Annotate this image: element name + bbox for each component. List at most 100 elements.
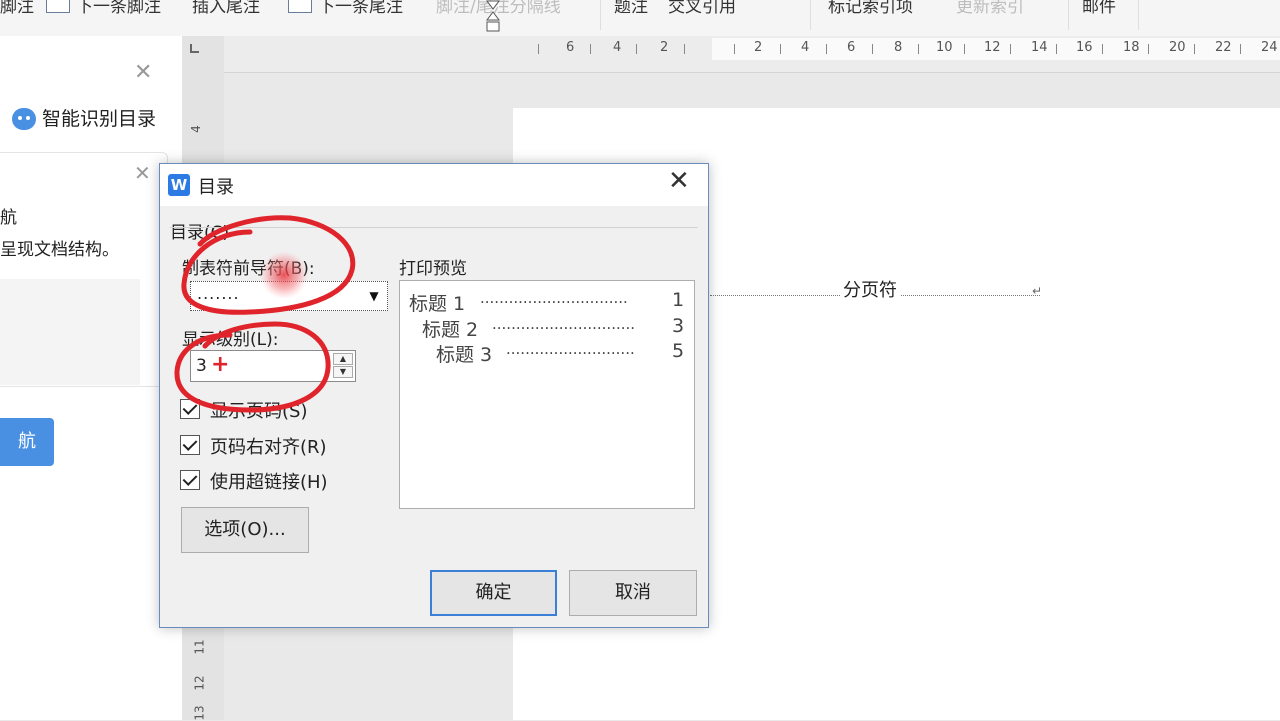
mail-button[interactable]: 邮件 bbox=[1082, 0, 1116, 17]
show-page-numbers-checkbox[interactable] bbox=[180, 399, 200, 419]
ruler-label: 13 bbox=[192, 705, 207, 721]
ruler-tick bbox=[826, 44, 827, 54]
ruler-label: 16 bbox=[1076, 40, 1093, 55]
preview-entry-2-page: 3 bbox=[672, 315, 685, 337]
ruler-label: 6 bbox=[847, 40, 856, 55]
smart-toc-label: 智能识别目录 bbox=[42, 108, 157, 130]
preview-entry-1-page: 1 bbox=[672, 289, 685, 311]
robot-icon bbox=[12, 108, 36, 130]
ruler-label: 4 bbox=[613, 40, 622, 55]
ruler-tick bbox=[1240, 44, 1241, 54]
close-icon[interactable]: ✕ bbox=[134, 62, 152, 84]
use-hyperlinks-label: 使用超链接(H) bbox=[210, 472, 328, 493]
ribbon-separator bbox=[810, 0, 811, 30]
ruler-tick bbox=[636, 44, 637, 54]
next-endnote-button[interactable]: 下一条尾注 bbox=[318, 0, 403, 17]
ruler-tick bbox=[780, 44, 781, 54]
ruler-tick bbox=[1010, 44, 1011, 54]
nav-tip-illustration bbox=[0, 279, 140, 385]
wps-logo-icon: W bbox=[168, 174, 190, 196]
ruler-label: 4 bbox=[801, 40, 810, 55]
ribbon-separator bbox=[1138, 0, 1139, 30]
ruler-label: 14 bbox=[1031, 40, 1048, 55]
indent-marker-icon[interactable] bbox=[486, 0, 500, 34]
options-button[interactable]: 选项(O)... bbox=[181, 507, 309, 553]
ribbon-separator bbox=[600, 0, 601, 30]
ruler-label: 24 bbox=[1261, 40, 1278, 55]
close-icon[interactable]: ✕ bbox=[134, 163, 151, 183]
preview-entry-2-title: 标题 2 bbox=[422, 319, 479, 341]
update-index-button[interactable]: 更新索引 bbox=[956, 0, 1024, 17]
nav-tip-card: ✕ 航 呈现文档结构。 bbox=[0, 152, 168, 387]
preview-entry-1-title: 标题 1 bbox=[409, 293, 466, 315]
ruler-tick bbox=[964, 44, 965, 54]
level-stepper[interactable]: ▲ ▼ bbox=[333, 353, 353, 379]
nav-tip-description: 呈现文档结构。 bbox=[0, 240, 119, 260]
use-hyperlinks-checkbox[interactable] bbox=[180, 470, 200, 490]
tab-stop-selector[interactable] bbox=[190, 44, 199, 53]
preview-entry-3-dots: ........................... bbox=[506, 340, 635, 358]
horizontal-ruler: 6 4 2 2 4 6 8 10 12 14 16 18 20 22 24 bbox=[224, 36, 1280, 73]
spin-up-icon[interactable]: ▲ bbox=[333, 353, 353, 365]
close-icon[interactable]: ✕ bbox=[668, 168, 690, 194]
ruler-label: 8 bbox=[894, 40, 903, 55]
preview-entry-1-dots: ............................... bbox=[480, 289, 628, 307]
footnote-button[interactable]: 脚注 bbox=[0, 0, 34, 17]
next-endnote-icon bbox=[288, 0, 312, 13]
ruler-tick bbox=[918, 44, 919, 54]
dialog-title: 目录 bbox=[198, 177, 234, 198]
ruler-tick bbox=[734, 44, 735, 54]
dialog-titlebar[interactable]: W 目录 ✕ bbox=[160, 164, 708, 206]
preview-entry-3-title: 标题 3 bbox=[436, 344, 493, 366]
mark-index-entry-button[interactable]: 标记索引项 bbox=[828, 0, 913, 17]
level-value: 3 bbox=[196, 356, 207, 376]
ruler-label: 2 bbox=[754, 40, 763, 55]
ruler-label: 4 bbox=[188, 125, 203, 133]
cross-reference-button[interactable]: 交叉引用 bbox=[668, 0, 736, 17]
ruler-label: 18 bbox=[1123, 40, 1140, 55]
ruler-tick bbox=[684, 44, 685, 54]
preview-label: 打印预览 bbox=[399, 259, 467, 279]
ribbon-toolbar: 脚注 下一条脚注 插入尾注 下一条尾注 脚注/尾注分隔线 题注 交叉引用 标记索… bbox=[0, 0, 1280, 37]
cancel-button[interactable]: 取消 bbox=[569, 570, 697, 616]
ruler-label: 2 bbox=[660, 40, 669, 55]
show-page-numbers-label: 显示页码(S) bbox=[210, 401, 308, 422]
ruler-tick bbox=[538, 44, 539, 54]
ruler-label: 6 bbox=[566, 40, 575, 55]
leader-label: 制表符前导符(B): bbox=[182, 259, 315, 279]
insert-endnote-button[interactable]: 插入尾注 bbox=[192, 0, 260, 17]
ruler-tick bbox=[1194, 44, 1195, 54]
nav-tip-title: 航 bbox=[0, 208, 17, 228]
spin-down-icon[interactable]: ▼ bbox=[333, 366, 353, 378]
right-align-label: 页码右对齐(R) bbox=[210, 437, 327, 458]
ruler-tick bbox=[1056, 44, 1057, 54]
ok-button[interactable]: 确定 bbox=[430, 570, 557, 616]
next-footnote-icon bbox=[46, 0, 70, 13]
ruler-label: 12 bbox=[192, 675, 207, 691]
paragraph-mark: ↵ bbox=[1032, 284, 1043, 298]
ruler-tick bbox=[872, 44, 873, 54]
ruler-label: 11 bbox=[192, 639, 207, 655]
cursor-icon: + bbox=[211, 352, 230, 377]
preview-entry-3-page: 5 bbox=[672, 340, 685, 362]
group-divider bbox=[170, 227, 698, 228]
leader-select[interactable]: ....... ▼ bbox=[190, 281, 388, 311]
caption-button[interactable]: 题注 bbox=[614, 0, 648, 17]
chevron-down-icon[interactable]: ▼ bbox=[363, 284, 385, 308]
ruler-label: 22 bbox=[1215, 40, 1232, 55]
toc-group-label: 目录(C) bbox=[170, 223, 230, 243]
print-preview: 标题 1 ............................... 1 标… bbox=[399, 280, 695, 509]
ruler-label: 12 bbox=[984, 40, 1001, 55]
ruler-label: 20 bbox=[1169, 40, 1186, 55]
preview-entry-2-dots: .............................. bbox=[492, 315, 636, 333]
ruler-tick bbox=[1148, 44, 1149, 54]
navigation-button[interactable]: 航 bbox=[0, 418, 54, 466]
leader-value: ....... bbox=[197, 284, 240, 303]
ribbon-separator bbox=[1068, 0, 1069, 30]
level-spinbox[interactable]: 3 + ▲ ▼ bbox=[190, 350, 356, 382]
right-align-checkbox[interactable] bbox=[180, 435, 200, 455]
next-footnote-button[interactable]: 下一条脚注 bbox=[76, 0, 161, 17]
ruler-tick bbox=[590, 44, 591, 54]
page-break-label: 分页符 bbox=[840, 276, 900, 302]
ruler-tick bbox=[1102, 44, 1103, 54]
